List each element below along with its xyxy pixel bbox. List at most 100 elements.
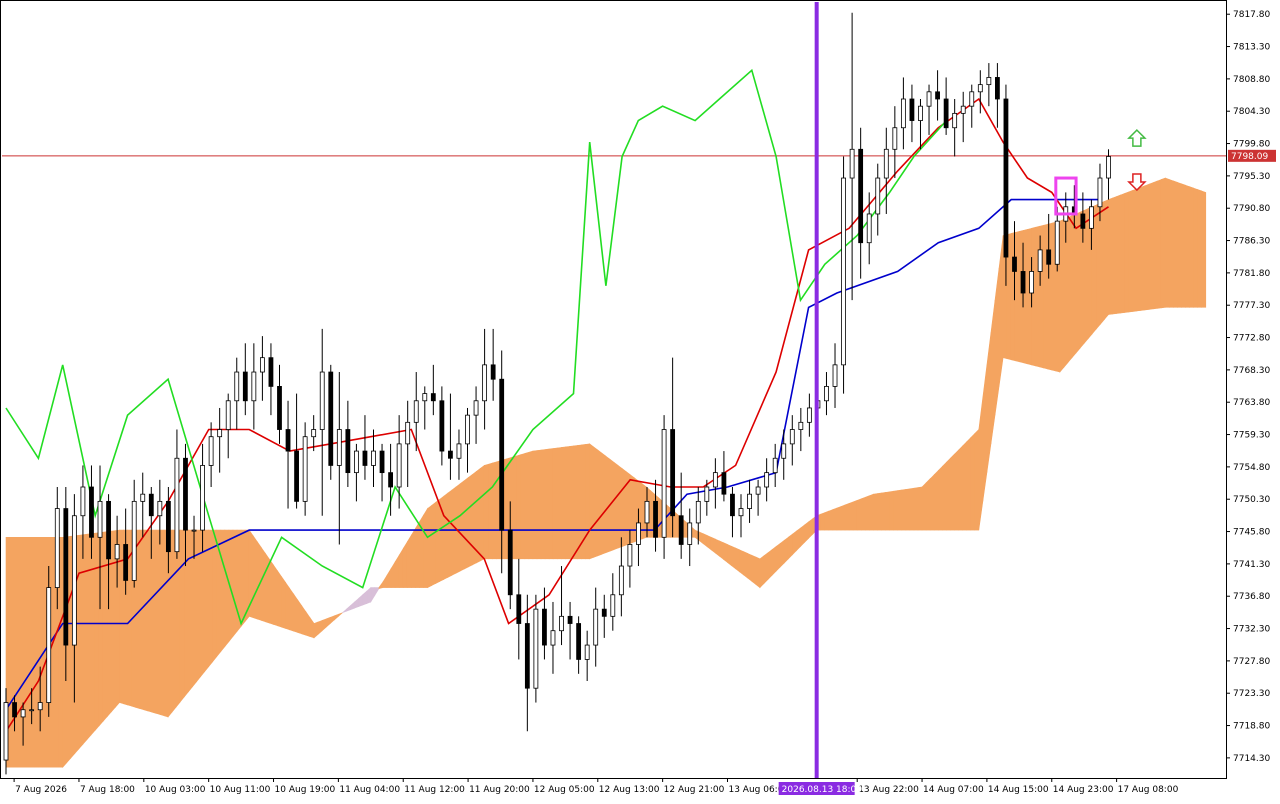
- candle-body: [883, 148, 889, 179]
- candle: [533, 594, 539, 703]
- cloud-segment: [1116, 194, 1121, 314]
- candle-body: [584, 644, 590, 660]
- price-chart[interactable]: 7817.80 7813.30 7808.80 7804.30 7799.80 7795.…: [0, 0, 1280, 800]
- cloud-segment: [463, 477, 469, 570]
- cloud-segment: [1027, 227, 1032, 366]
- cloud-segment: [832, 507, 838, 531]
- cloud-segment: [139, 529, 145, 711]
- candle-body: [593, 608, 599, 646]
- candle-body: [995, 77, 1000, 100]
- cloud-segment: [281, 575, 286, 629]
- cloud-segment: [34, 536, 39, 768]
- cloud-segment: [946, 457, 951, 531]
- candle: [302, 422, 308, 516]
- cloud-segment: [950, 453, 955, 531]
- cloud-segment: [820, 512, 826, 531]
- cloud-segment: [38, 536, 43, 768]
- cloud-segment: [1104, 199, 1109, 321]
- candle-body: [29, 709, 35, 712]
- candle-body: [20, 709, 26, 718]
- candle-body: [644, 500, 650, 524]
- cloud-segment: [735, 547, 740, 573]
- candle-body: [456, 443, 462, 459]
- cloud-segment: [1177, 181, 1182, 308]
- cloud-segment: [179, 529, 185, 703]
- cloud-segment: [512, 455, 518, 560]
- chart-root[interactable]: 7817.80 7813.30 7808.80 7804.30 7799.80 7795.…: [0, 0, 1280, 800]
- cloud-segment: [159, 529, 165, 717]
- candle-body: [798, 421, 804, 430]
- time-tick-label: 14 Aug 15:00: [988, 785, 1049, 795]
- candle-body: [131, 500, 137, 581]
- cloud-segment: [17, 536, 23, 768]
- cloud-segment: [1132, 188, 1138, 312]
- cloud-segment: [188, 529, 193, 693]
- candle-body: [294, 450, 299, 502]
- cloud-segment: [905, 488, 911, 531]
- candle-body: [670, 429, 676, 517]
- price-tick-label: 7714.30: [1233, 754, 1270, 764]
- candle-body: [969, 91, 975, 107]
- cloud-segment: [1144, 183, 1150, 311]
- candle-body: [789, 429, 795, 445]
- candle-body: [183, 457, 188, 531]
- candle-body: [533, 608, 539, 689]
- candle-body: [695, 500, 701, 524]
- cloud-segment: [792, 530, 797, 556]
- cloud-segment: [212, 529, 218, 663]
- candle-body: [277, 386, 282, 430]
- candle-body: [251, 371, 257, 402]
- cloud-segment: [78, 534, 84, 750]
- candle-body: [507, 529, 513, 596]
- cloud-segment: [954, 449, 959, 531]
- cloud-segment: [573, 445, 578, 560]
- candle: [841, 156, 846, 394]
- cloud-segment: [488, 462, 493, 560]
- cloud-segment: [1152, 180, 1158, 310]
- price-tick-label: 7754.80: [1233, 463, 1270, 473]
- candle-body: [935, 91, 940, 100]
- cloud-segment: [184, 529, 189, 698]
- candle-body: [841, 177, 846, 366]
- cloud-segment: [277, 570, 282, 628]
- cloud-segment: [402, 540, 408, 588]
- cloud-segment: [1156, 179, 1162, 309]
- cloud-segment: [731, 545, 736, 570]
- price-tick-label: 7781.80: [1233, 269, 1270, 279]
- time-tick-label: 17 Aug 08:00: [1118, 785, 1179, 795]
- candle-body: [140, 493, 146, 502]
- cloud-segment: [520, 453, 526, 560]
- cloud-segment: [151, 529, 157, 714]
- cloud-segment: [1169, 179, 1174, 308]
- cloud-segment: [597, 449, 603, 557]
- candle-body: [89, 486, 94, 538]
- candle-body: [550, 630, 556, 646]
- price-tick-label: 7745.80: [1233, 528, 1270, 538]
- time-tick-label: 11 Aug 04:00: [339, 785, 400, 795]
- candle-body: [952, 112, 958, 129]
- cloud-segment: [285, 581, 291, 631]
- cloud-segment: [540, 449, 546, 560]
- cloud-segment: [240, 529, 246, 628]
- cloud-segment: [208, 529, 214, 668]
- cloud-segment: [252, 534, 258, 620]
- cloud-segment: [1185, 184, 1190, 308]
- candle-body: [824, 386, 829, 402]
- candle-body: [1037, 249, 1043, 272]
- candle-body: [1046, 249, 1052, 265]
- cloud-segment: [601, 452, 607, 555]
- current-price-label: 7798.09: [1231, 152, 1268, 162]
- candle-body: [379, 450, 385, 474]
- candle-body: [490, 364, 496, 380]
- candle-body: [208, 436, 214, 466]
- cloud-segment: [743, 551, 749, 579]
- cloud-segment: [273, 564, 278, 627]
- time-tick-label: 12 Aug 13:00: [599, 785, 660, 795]
- cloud-segment: [621, 467, 627, 547]
- cloud-segment: [25, 536, 31, 768]
- cloud-segment: [917, 486, 923, 531]
- candle-body: [319, 371, 325, 430]
- candle-body: [764, 472, 770, 488]
- candle-body: [849, 148, 855, 179]
- cloud-segment: [856, 498, 862, 531]
